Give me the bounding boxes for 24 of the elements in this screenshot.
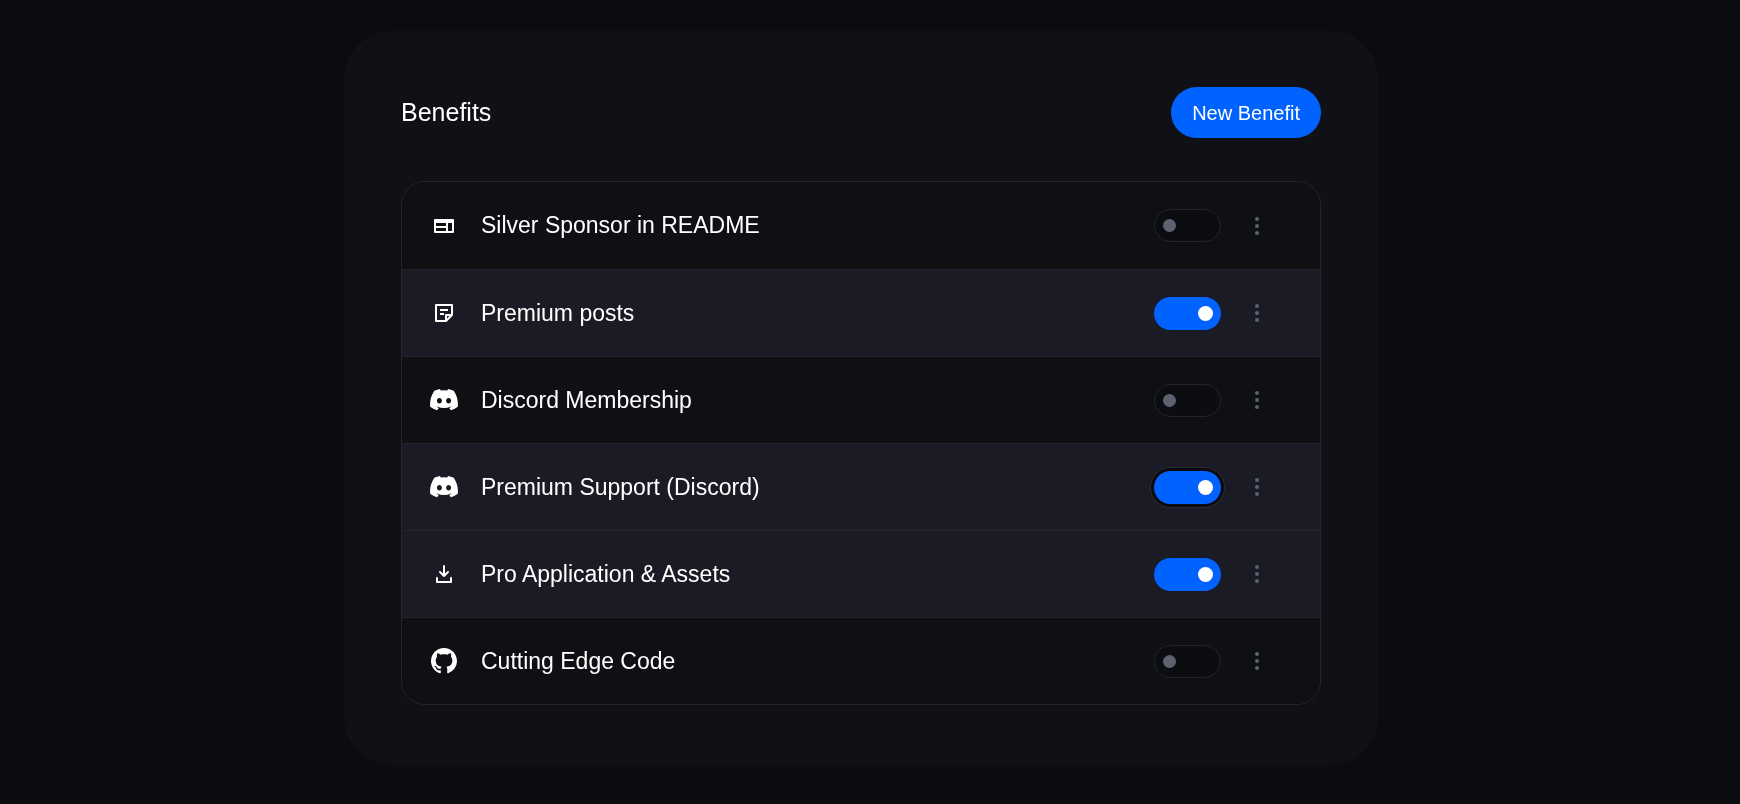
toggle-switch[interactable] (1154, 296, 1221, 330)
more-options-icon[interactable] (1255, 565, 1259, 583)
toggle-switch[interactable] (1154, 644, 1221, 678)
more-options-icon[interactable] (1255, 478, 1259, 496)
discord-icon (430, 388, 458, 412)
more-options-icon[interactable] (1255, 216, 1259, 235)
toggle-switch[interactable] (1154, 383, 1221, 417)
more-options-icon[interactable] (1255, 391, 1259, 409)
toggle-switch[interactable] (1154, 209, 1221, 242)
toggle-switch[interactable] (1154, 470, 1221, 504)
benefit-name: Premium posts (481, 298, 636, 328)
benefit-name: Discord Membership (481, 385, 693, 415)
benefit-name: Premium Support (Discord) (481, 472, 761, 502)
section-title: Benefits (401, 96, 492, 128)
toggle-switch[interactable] (1154, 557, 1221, 591)
new-benefit-button[interactable]: New Benefit (1171, 87, 1321, 138)
note-icon (432, 301, 456, 325)
benefit-name: Silver Sponsor in README (481, 211, 761, 241)
more-options-icon[interactable] (1255, 304, 1259, 322)
discord-icon (430, 475, 458, 499)
github-icon (431, 648, 457, 674)
benefit-name: Cutting Edge Code (481, 646, 677, 676)
more-options-icon[interactable] (1255, 652, 1259, 670)
benefit-name: Pro Application & Assets (481, 559, 732, 589)
